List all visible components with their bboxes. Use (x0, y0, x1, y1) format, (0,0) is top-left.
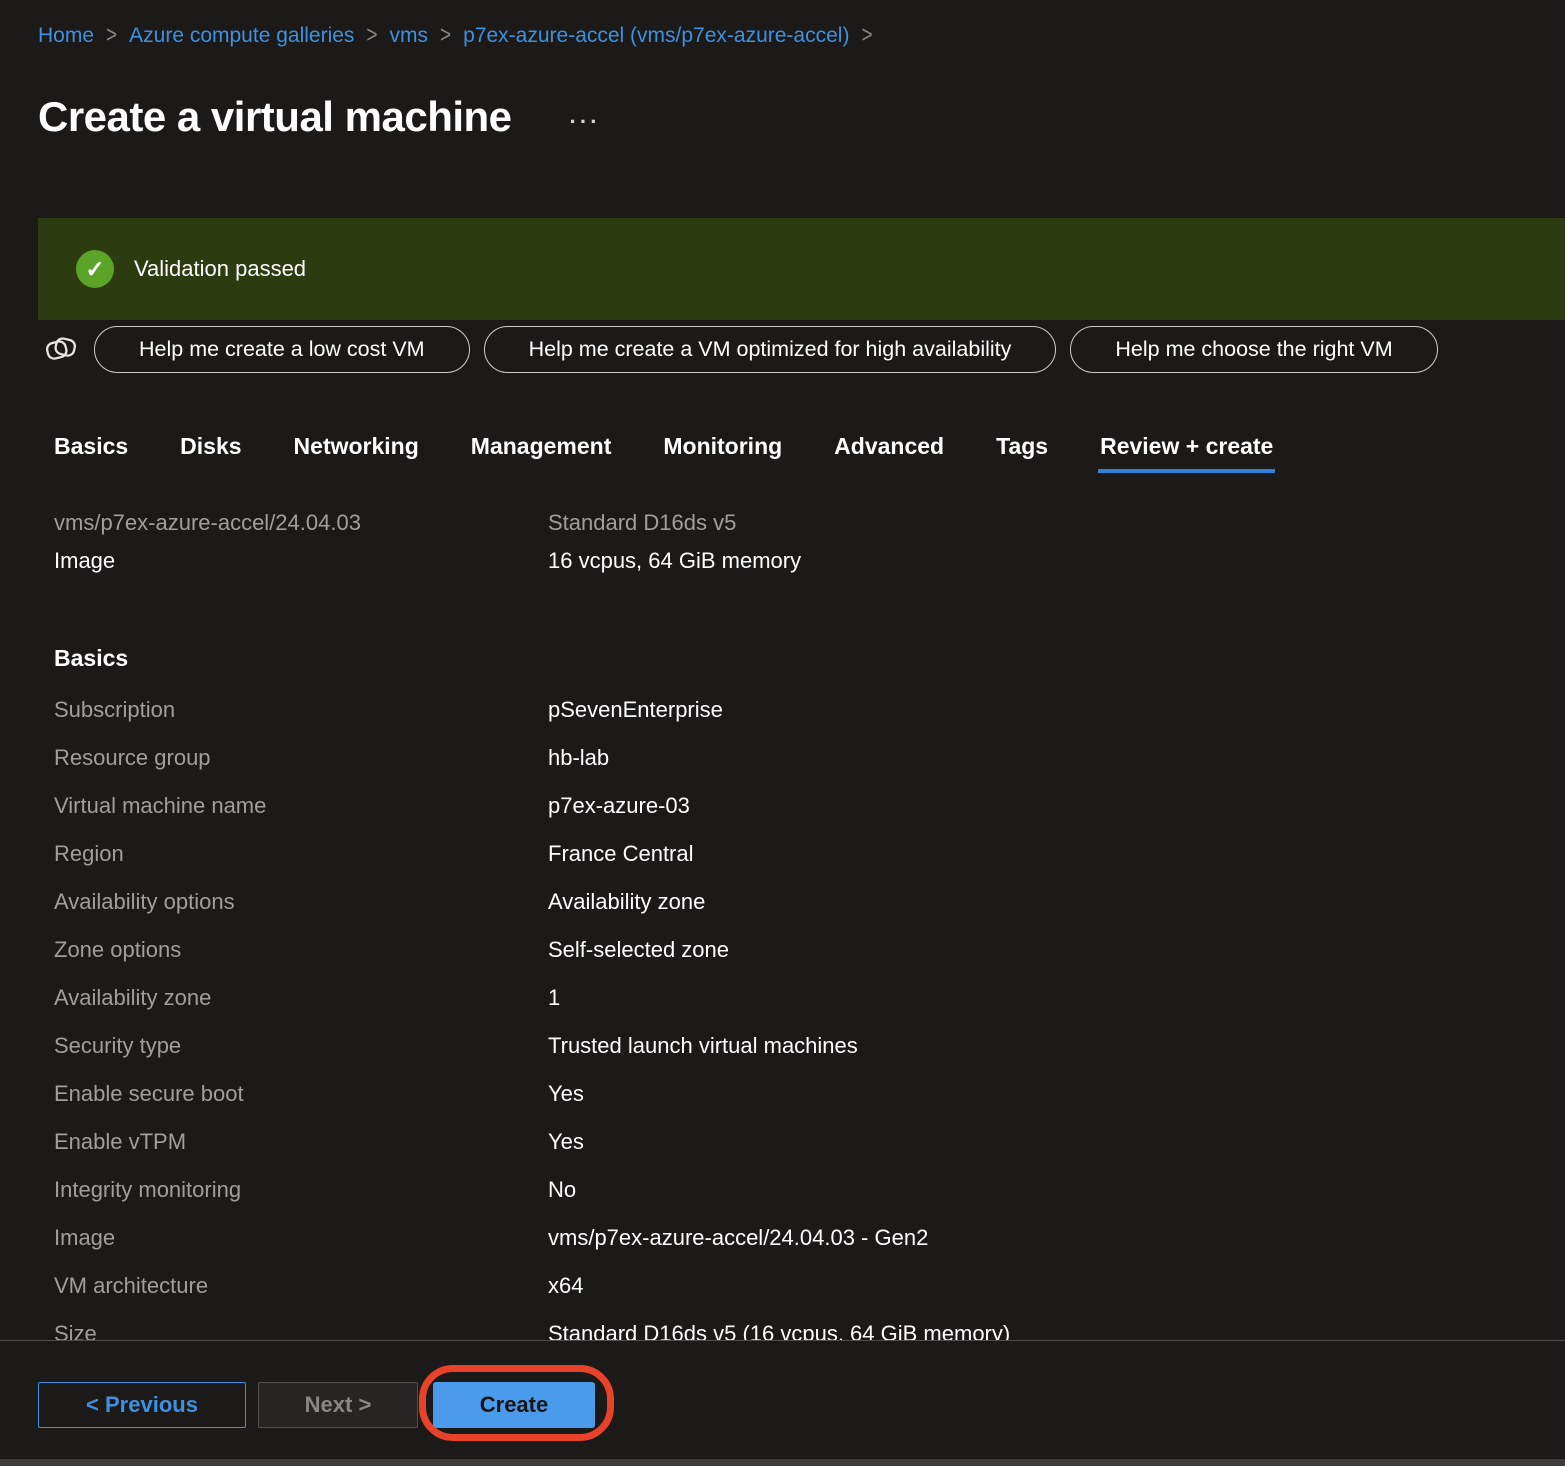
row-value: pSevenEnterprise (548, 697, 1565, 723)
table-row: Image vms/p7ex-azure-accel/24.04.03 - Ge… (0, 1214, 1565, 1262)
table-row: Virtual machine name p7ex-azure-03 (0, 782, 1565, 830)
row-value: No (548, 1177, 1565, 1203)
row-label: Security type (54, 1033, 548, 1059)
tab-review-create[interactable]: Review + create (1100, 433, 1273, 473)
help-low-cost-vm-button[interactable]: Help me create a low cost VM (94, 326, 470, 373)
breadcrumb: Home > Azure compute galleries > vms > p… (0, 0, 1565, 48)
row-value: p7ex-azure-03 (548, 793, 1565, 819)
chevron-right-icon: > (106, 22, 117, 50)
row-label: Enable secure boot (54, 1081, 548, 1107)
next-button[interactable]: Next > (258, 1382, 418, 1428)
copilot-icon[interactable] (42, 331, 80, 367)
validation-banner: ✓ Validation passed (38, 218, 1565, 320)
row-value: Trusted launch virtual machines (548, 1033, 1565, 1059)
row-label: Availability zone (54, 985, 548, 1011)
tab-management[interactable]: Management (471, 433, 612, 473)
summary-header: vms/p7ex-azure-accel/24.04.03 Standard D… (0, 505, 1565, 579)
bottom-edge-strip (0, 1459, 1565, 1466)
footer-buttons: < Previous Next > Create (38, 1382, 595, 1428)
wizard-footer: < Previous Next > Create (0, 1340, 1565, 1466)
page-title: Create a virtual machine (38, 94, 512, 140)
row-value: Yes (548, 1129, 1565, 1155)
chevron-right-icon: > (366, 22, 377, 50)
basics-section-heading: Basics (0, 645, 1565, 672)
row-label: Resource group (54, 745, 548, 771)
row-value: Availability zone (548, 889, 1565, 915)
breadcrumb-home[interactable]: Home (38, 24, 94, 48)
table-row: Enable secure boot Yes (0, 1070, 1565, 1118)
copilot-help-row: Help me create a low cost VM Help me cre… (0, 325, 1565, 373)
row-value: Yes (548, 1081, 1565, 1107)
row-value: hb-lab (548, 745, 1565, 771)
tab-disks[interactable]: Disks (180, 433, 241, 473)
tab-basics[interactable]: Basics (54, 433, 128, 473)
row-label: Virtual machine name (54, 793, 548, 819)
summary-size-detail: 16 vcpus, 64 GiB memory (548, 543, 1565, 579)
row-value: France Central (548, 841, 1565, 867)
chevron-right-icon: > (861, 22, 872, 50)
help-high-availability-vm-button[interactable]: Help me create a VM optimized for high a… (484, 326, 1057, 373)
more-options-icon[interactable]: ··· (570, 109, 601, 135)
create-button[interactable]: Create (433, 1382, 595, 1428)
help-choose-right-vm-button[interactable]: Help me choose the right VM (1070, 326, 1437, 373)
wizard-tabs: Basics Disks Networking Management Monit… (0, 433, 1565, 473)
row-label: Availability options (54, 889, 548, 915)
table-row: Enable vTPM Yes (0, 1118, 1565, 1166)
table-row: Resource group hb-lab (0, 734, 1565, 782)
tab-networking[interactable]: Networking (294, 433, 419, 473)
success-check-icon: ✓ (76, 250, 114, 288)
row-label: Enable vTPM (54, 1129, 548, 1155)
table-row: Integrity monitoring No (0, 1166, 1565, 1214)
row-label: Zone options (54, 937, 548, 963)
row-label: Subscription (54, 697, 548, 723)
row-label: Image (54, 1225, 548, 1251)
table-row: Availability options Availability zone (0, 878, 1565, 926)
row-label: Region (54, 841, 548, 867)
tab-tags[interactable]: Tags (996, 433, 1048, 473)
chevron-right-icon: > (440, 22, 451, 50)
previous-button[interactable]: < Previous (38, 1382, 246, 1428)
row-value: 1 (548, 985, 1565, 1011)
table-row: Zone options Self-selected zone (0, 926, 1565, 974)
table-row: Region France Central (0, 830, 1565, 878)
breadcrumb-vms[interactable]: vms (390, 24, 429, 48)
create-button-wrap: Create (433, 1382, 595, 1428)
title-row: Create a virtual machine ··· (0, 66, 1565, 168)
row-label: VM architecture (54, 1273, 548, 1299)
table-row: VM architecture x64 (0, 1262, 1565, 1310)
tab-monitoring[interactable]: Monitoring (663, 433, 782, 473)
basics-rows: Subscription pSevenEnterprise Resource g… (0, 686, 1565, 1358)
table-row: Subscription pSevenEnterprise (0, 686, 1565, 734)
summary-size-name: Standard D16ds v5 (548, 505, 1565, 541)
tab-advanced[interactable]: Advanced (834, 433, 944, 473)
validation-message: Validation passed (134, 256, 306, 282)
table-row: Availability zone 1 (0, 974, 1565, 1022)
breadcrumb-gallery-image[interactable]: p7ex-azure-accel (vms/p7ex-azure-accel) (463, 24, 849, 48)
row-value: Self-selected zone (548, 937, 1565, 963)
row-label: Integrity monitoring (54, 1177, 548, 1203)
table-row: Security type Trusted launch virtual mac… (0, 1022, 1565, 1070)
breadcrumb-azure-compute-galleries[interactable]: Azure compute galleries (129, 24, 354, 48)
summary-image-path: vms/p7ex-azure-accel/24.04.03 (54, 505, 548, 541)
summary-image-label: Image (54, 543, 548, 579)
row-value: x64 (548, 1273, 1565, 1299)
row-value: vms/p7ex-azure-accel/24.04.03 - Gen2 (548, 1225, 1565, 1251)
